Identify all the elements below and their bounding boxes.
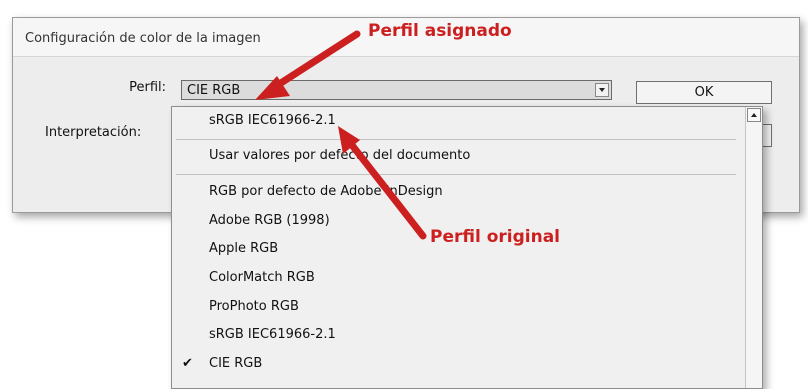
assigned-arrow-icon (266, 30, 361, 94)
screenshot: { "dialog": { "title": "Configuración de… (0, 0, 808, 389)
annotation-assigned-profile: Perfil asignado (368, 21, 512, 41)
annotation-arrows (255, 30, 427, 240)
annotation-original-profile: Perfil original (430, 227, 561, 247)
original-arrow-icon (344, 136, 427, 240)
